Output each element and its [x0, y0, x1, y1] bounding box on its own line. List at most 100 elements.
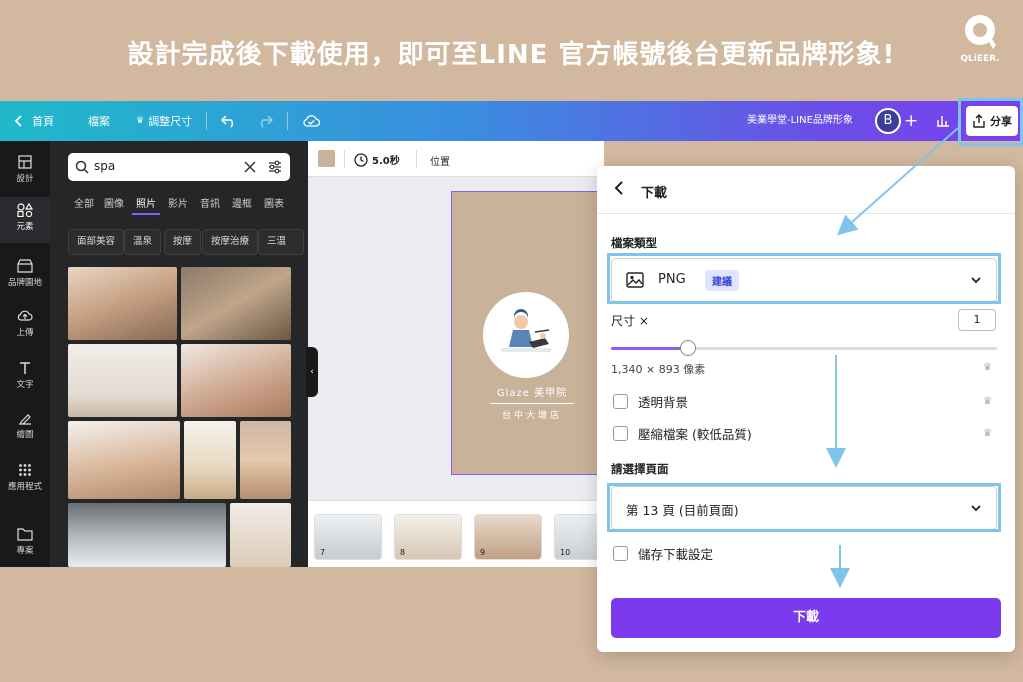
- crown-icon: ♛: [983, 362, 992, 373]
- divider: [344, 150, 345, 168]
- design-title[interactable]: 美業學堂-LINE品牌形象: [747, 101, 853, 141]
- rail-item-draw[interactable]: 繪圖: [0, 405, 50, 451]
- tab-frames[interactable]: 邊框: [232, 195, 252, 210]
- collapse-panel-handle[interactable]: ‹: [306, 347, 318, 397]
- redo-button[interactable]: [247, 101, 283, 141]
- size-input[interactable]: 1: [958, 309, 996, 331]
- avatar[interactable]: B: [875, 108, 901, 134]
- home-label: 首頁: [32, 115, 54, 128]
- insights-button[interactable]: [936, 113, 950, 130]
- page-number: 7: [320, 548, 326, 557]
- tab-all[interactable]: 全部: [74, 195, 94, 210]
- chip-hot-spring[interactable]: 溫泉: [124, 229, 162, 255]
- slider-knob[interactable]: [680, 340, 697, 356]
- chip-more[interactable]: 三温: [258, 229, 304, 255]
- share-highlight-box: [958, 98, 1023, 146]
- resize-button[interactable]: ♛ 調整尺寸: [126, 101, 202, 141]
- tab-audio[interactable]: 音訊: [200, 195, 220, 210]
- page-thumbnail[interactable]: 7: [314, 514, 382, 560]
- editor-topbar: 首頁 檔案 ♛ 調整尺寸 美業學堂-LINE品牌形象 B +: [0, 101, 1023, 141]
- divider: [206, 112, 208, 130]
- photo-spa-interior[interactable]: [68, 503, 226, 567]
- tab-graphics[interactable]: 圖像: [104, 195, 124, 210]
- save-settings-option[interactable]: 儲存下載設定: [613, 543, 713, 563]
- resize-label: 調整尺寸: [148, 115, 193, 128]
- search-input[interactable]: spa: [94, 159, 115, 173]
- rail-item-upload[interactable]: 上傳: [0, 303, 50, 349]
- crown-icon: ♛: [983, 428, 992, 439]
- transparent-label: 透明背景: [638, 394, 689, 410]
- transparent-bg-option[interactable]: 透明背景: [613, 391, 688, 411]
- download-button[interactable]: 下載: [611, 598, 1001, 638]
- chip-massage-therapy[interactable]: 按摩治療: [202, 229, 259, 255]
- file-type-highlight: [607, 253, 1001, 304]
- download-header: 下載: [597, 166, 1015, 214]
- brand-icon: [17, 259, 33, 273]
- photo-spa-still[interactable]: [240, 421, 291, 499]
- back-arrow-icon[interactable]: [613, 180, 625, 196]
- compress-option[interactable]: 壓縮檔案 (較低品質): [613, 423, 752, 443]
- background-color-swatch[interactable]: [318, 150, 335, 167]
- rail-label: 應用程式: [7, 482, 42, 492]
- qlieer-logo: QLiEER.: [958, 12, 1002, 72]
- home-button[interactable]: 首頁: [0, 101, 64, 141]
- filter-icon[interactable]: [268, 160, 282, 174]
- photo-spa-flower-vase[interactable]: [230, 503, 291, 567]
- media-tabs: 全部 圖像 照片 影片 音訊 邊框 圖表: [68, 193, 304, 217]
- page-number: 8: [400, 548, 406, 557]
- cloud-save-button[interactable]: [292, 101, 330, 141]
- rail-item-apps[interactable]: 應用程式: [0, 457, 50, 503]
- photo-woman-relax[interactable]: [68, 421, 180, 499]
- apps-icon: [19, 464, 31, 476]
- elements-icon: [17, 203, 33, 217]
- transparent-checkbox[interactable]: [613, 393, 628, 409]
- rail-item-design[interactable]: 設計: [0, 149, 50, 195]
- rail-label: 繪圖: [16, 430, 34, 440]
- nail-artist-illustration: [501, 309, 551, 352]
- photo-massage-back[interactable]: [68, 267, 177, 340]
- search-box[interactable]: spa: [68, 153, 290, 181]
- photo-spa-items[interactable]: [184, 421, 236, 499]
- elements-panel: spa 全部 圖像 照片 影片 音訊 邊框 圖表 面部美容 溫泉 按摩 按摩治療…: [50, 141, 308, 567]
- chip-facial[interactable]: 面部美容: [68, 229, 125, 255]
- add-collaborator-button[interactable]: +: [904, 101, 918, 141]
- cloud-check-icon: [303, 115, 321, 127]
- photo-spa-flowers[interactable]: [181, 267, 291, 340]
- position-button[interactable]: 位置: [430, 153, 450, 168]
- close-icon[interactable]: [244, 161, 256, 173]
- brand-illustration: [483, 292, 569, 378]
- compress-checkbox[interactable]: [613, 425, 628, 441]
- tab-videos[interactable]: 影片: [168, 195, 188, 210]
- duration-button[interactable]: 5.0秒: [354, 152, 400, 167]
- rail-item-brand[interactable]: 品牌園地: [0, 253, 50, 299]
- tab-photos[interactable]: 照片: [136, 195, 156, 210]
- photo-face-massage[interactable]: [181, 344, 291, 417]
- design-page[interactable]: Glaze 美甲院 台中大墩店: [451, 191, 611, 475]
- file-menu[interactable]: 檔案: [78, 101, 120, 141]
- draw-icon: [19, 414, 31, 425]
- duration-label: 5.0秒: [372, 156, 400, 167]
- rail-item-projects[interactable]: 專案: [0, 521, 50, 567]
- rail-item-text[interactable]: 文字: [0, 355, 50, 401]
- crown-icon: ♛: [983, 396, 992, 407]
- slider-fill: [611, 347, 689, 350]
- rail-item-elements[interactable]: 元素: [0, 197, 50, 243]
- select-pages-label: 請選擇頁面: [611, 462, 669, 476]
- layout-icon: [18, 155, 32, 169]
- photo-spa-bottle[interactable]: [68, 344, 177, 417]
- compress-label: 壓縮檔案 (較低品質): [638, 426, 752, 442]
- page-number: 9: [480, 548, 486, 557]
- left-rail: 設計 元素 品牌園地 上傳 文字 繪圖 應用程式 專案: [0, 141, 50, 567]
- size-slider[interactable]: [611, 340, 997, 356]
- page-thumbnail[interactable]: 9: [474, 514, 542, 560]
- rail-label: 專案: [16, 546, 34, 556]
- page-thumbnail[interactable]: 8: [394, 514, 462, 560]
- save-settings-label: 儲存下載設定: [638, 546, 714, 562]
- tab-charts[interactable]: 圖表: [264, 195, 284, 210]
- save-settings-checkbox[interactable]: [613, 545, 628, 561]
- divider: [287, 112, 289, 130]
- chip-massage[interactable]: 按摩: [164, 229, 202, 255]
- tutorial-heading: 設計完成後下載使用，即可至LINE 官方帳號後台更新品牌形象!: [127, 40, 896, 70]
- page-strip: 7 8 9 10: [308, 500, 622, 567]
- undo-button[interactable]: [211, 101, 247, 141]
